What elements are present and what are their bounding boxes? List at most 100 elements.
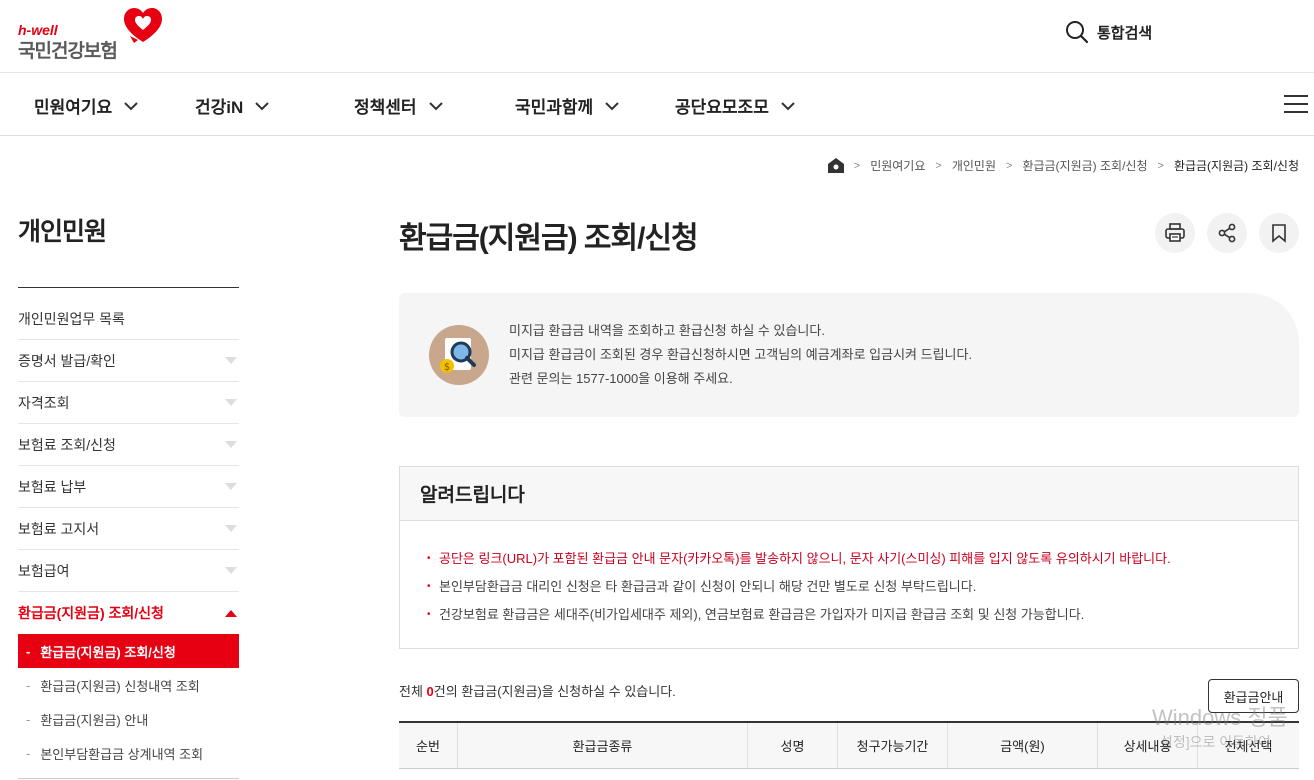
sidebar-item-certificate[interactable]: 증명서 발급/확인 [18, 340, 239, 382]
sidebar-item-premium-inquiry[interactable]: 보험료 조회/신청 [18, 424, 239, 466]
nav-item-label: 공단요모조모 [675, 98, 769, 117]
refund-guide-button[interactable]: 환급금안내 [1208, 679, 1299, 713]
chevron-right-icon: > [1157, 159, 1164, 172]
dash-icon: - [26, 643, 31, 659]
sidebar-subitem-label: 본인부담환급금 상계내역 조회 [40, 746, 204, 762]
nav-item-civil-service[interactable]: 민원여기요 [34, 93, 138, 118]
sidebar-item-label: 보험료 조회/신청 [18, 436, 116, 453]
sidebar-item-label: 개인민원업무 목록 [18, 310, 125, 327]
caret-down-icon [225, 399, 237, 406]
sidebar-subitem-offset-history[interactable]: - 본인부담환급금 상계내역 조회 [18, 736, 239, 770]
chevron-down-icon [428, 101, 443, 110]
column-header-period: 청구가능기간 [838, 723, 948, 768]
column-header-name: 성명 [748, 723, 838, 768]
caret-down-icon [225, 441, 237, 448]
notice-item: 공단은 링크(URL)가 포함된 환급금 안내 문자(카카오톡)를 발송하지 않… [427, 545, 1298, 573]
sidebar-item-refund[interactable]: 환급금(지원금) 조회/신청 [18, 592, 239, 634]
caret-up-icon [225, 609, 237, 617]
count-value: 0 [426, 684, 434, 699]
sidebar-item-label: 보험료 납부 [18, 478, 87, 495]
nav-item-label: 국민과함께 [515, 98, 594, 117]
home-icon[interactable] [827, 158, 844, 173]
nav-item-policy-center[interactable]: 정책센터 [354, 93, 443, 118]
sidebar-item-premium-bill[interactable]: 보험료 고지서 [18, 508, 239, 550]
sidebar-subitem-refund-guide[interactable]: - 환급금(지원금) 안내 [18, 702, 239, 736]
nav-item-with-public[interactable]: 국민과함께 [515, 93, 619, 118]
column-header-select-all[interactable]: 전체선택 [1198, 723, 1299, 768]
print-icon [1165, 223, 1185, 242]
sidebar-subitem-label: 환급금(지원금) 신청내역 조회 [40, 678, 200, 694]
sidebar-item-label: 보험료 고지서 [18, 520, 100, 537]
integrated-search-button[interactable]: 통합검색 [1065, 20, 1152, 44]
notice-box: 알려드립니다 공단은 링크(URL)가 포함된 환급금 안내 문자(카카오톡)를… [399, 466, 1299, 649]
sidebar-subitem-refund-history[interactable]: - 환급금(지원금) 신청내역 조회 [18, 668, 239, 702]
refund-table-header: 순번 환급금종류 성명 청구가능기간 금액(원) 상세내용 전체선택 [399, 721, 1299, 769]
sidebar-submenu: - 환급금(지원금) 조회/신청 - 환급금(지원금) 신청내역 조회 - 환급… [18, 634, 239, 770]
sidebar-item-insurance-benefit[interactable]: 보험급여 [18, 550, 239, 592]
caret-down-icon [225, 483, 237, 490]
chevron-down-icon [124, 101, 138, 110]
breadcrumb: > 민원여기요 > 개인민원 > 환급금(지원금) 조회/신청 > 환급금(지원… [827, 157, 1299, 174]
notice-item: 본인부담환급금 대리인 신청은 타 환급금과 같이 신청이 안되니 해당 건만 … [427, 573, 1298, 601]
chevron-right-icon: > [1006, 159, 1013, 172]
sidebar-item-label: 자격조회 [18, 394, 70, 411]
sidebar-item-civil-list[interactable]: 개인민원업무 목록 [18, 298, 239, 340]
search-label: 통합검색 [1097, 24, 1153, 42]
breadcrumb-item[interactable]: 환급금(지원금) 조회/신청 [1022, 157, 1147, 174]
intro-line: 미지급 환급금이 조회된 경우 환급신청하시면 고객님의 예금계좌로 입금시켜 … [509, 347, 973, 362]
dash-icon: - [26, 745, 31, 761]
breadcrumb-item[interactable]: 개인민원 [952, 157, 996, 174]
notice-title: 알려드립니다 [400, 467, 1298, 521]
column-header-detail: 상세내용 [1098, 723, 1198, 768]
chevron-right-icon: > [853, 159, 861, 172]
share-icon [1218, 223, 1236, 243]
nav-item-health-in[interactable]: 건강iN [195, 93, 269, 118]
print-button[interactable] [1155, 213, 1195, 253]
refund-search-icon: $ [429, 325, 489, 385]
chevron-down-icon [781, 101, 795, 110]
breadcrumb-item[interactable]: 민원여기요 [870, 157, 925, 174]
sidebar-subitem-refund-inquiry[interactable]: - 환급금(지원금) 조회/신청 [18, 634, 239, 668]
nav-item-label: 정책센터 [354, 98, 417, 117]
search-icon [1066, 21, 1089, 44]
column-header-no: 순번 [399, 723, 458, 768]
bookmark-button[interactable] [1259, 213, 1299, 253]
intro-text: 미지급 환급금 내역을 조회하고 환급신청 하실 수 있습니다. 미지급 환급금… [509, 319, 972, 391]
caret-down-icon [225, 525, 237, 532]
chevron-down-icon [255, 101, 269, 110]
sidebar-subitem-label: 환급금(지원금) 조회/신청 [40, 644, 176, 660]
intro-line: 관련 문의는 1577-1000을 이용해 주세요. [509, 371, 733, 386]
sidebar-divider [18, 287, 239, 288]
logo-heart-icon [124, 8, 162, 43]
site-header: h-well 국민건강보험 통합검색 [0, 0, 1314, 73]
sidebar-title: 개인민원 [18, 218, 107, 246]
share-button[interactable] [1207, 213, 1247, 253]
sidebar-bottom-divider [18, 778, 239, 779]
sidebar-item-premium-payment[interactable]: 보험료 납부 [18, 466, 239, 508]
caret-down-icon [225, 567, 237, 574]
result-count: 전체 0건의 환급금(지원금)을 신청하실 수 있습니다. [399, 681, 676, 700]
sidebar-item-label: 환급금(지원금) 조회/신청 [18, 605, 164, 621]
count-prefix: 전체 [399, 684, 427, 699]
sidebar-item-qualification[interactable]: 자격조회 [18, 382, 239, 424]
nav-item-about[interactable]: 공단요모조모 [675, 93, 795, 118]
site-logo[interactable]: h-well 국민건강보험 [18, 8, 168, 62]
sidebar-item-label: 증명서 발급/확인 [18, 352, 116, 369]
dash-icon: - [26, 677, 31, 693]
intro-box: $ 미지급 환급금 내역을 조회하고 환급신청 하실 수 있습니다. 미지급 환… [399, 293, 1299, 417]
chevron-right-icon: > [935, 159, 942, 172]
chevron-down-icon [605, 101, 619, 110]
svg-text:$: $ [444, 362, 450, 373]
bookmark-icon [1272, 224, 1286, 243]
logo-name-text: 국민건강보험 [18, 41, 118, 62]
sidebar-subitem-label: 환급금(지원금) 안내 [40, 712, 149, 728]
breadcrumb-current: 환급금(지원금) 조회/신청 [1173, 159, 1299, 173]
page-title: 환급금(지원금) 조회/신청 [399, 222, 699, 255]
nav-item-label: 건강iN [195, 98, 244, 117]
intro-line: 미지급 환급금 내역을 조회하고 환급신청 하실 수 있습니다. [509, 323, 825, 338]
sidebar-item-label: 보험급여 [18, 562, 70, 579]
notice-item: 건강보험료 환급금은 세대주(비가입세대주 제외), 연금보험료 환급금은 가입… [427, 601, 1298, 629]
count-suffix: 건의 환급금(지원금)을 신청하실 수 있습니다. [433, 684, 676, 699]
main-navigation: 민원여기요 건강iN 정책센터 국민과함께 공단요모조모 [0, 73, 1314, 136]
menu-icon[interactable] [1284, 95, 1308, 115]
